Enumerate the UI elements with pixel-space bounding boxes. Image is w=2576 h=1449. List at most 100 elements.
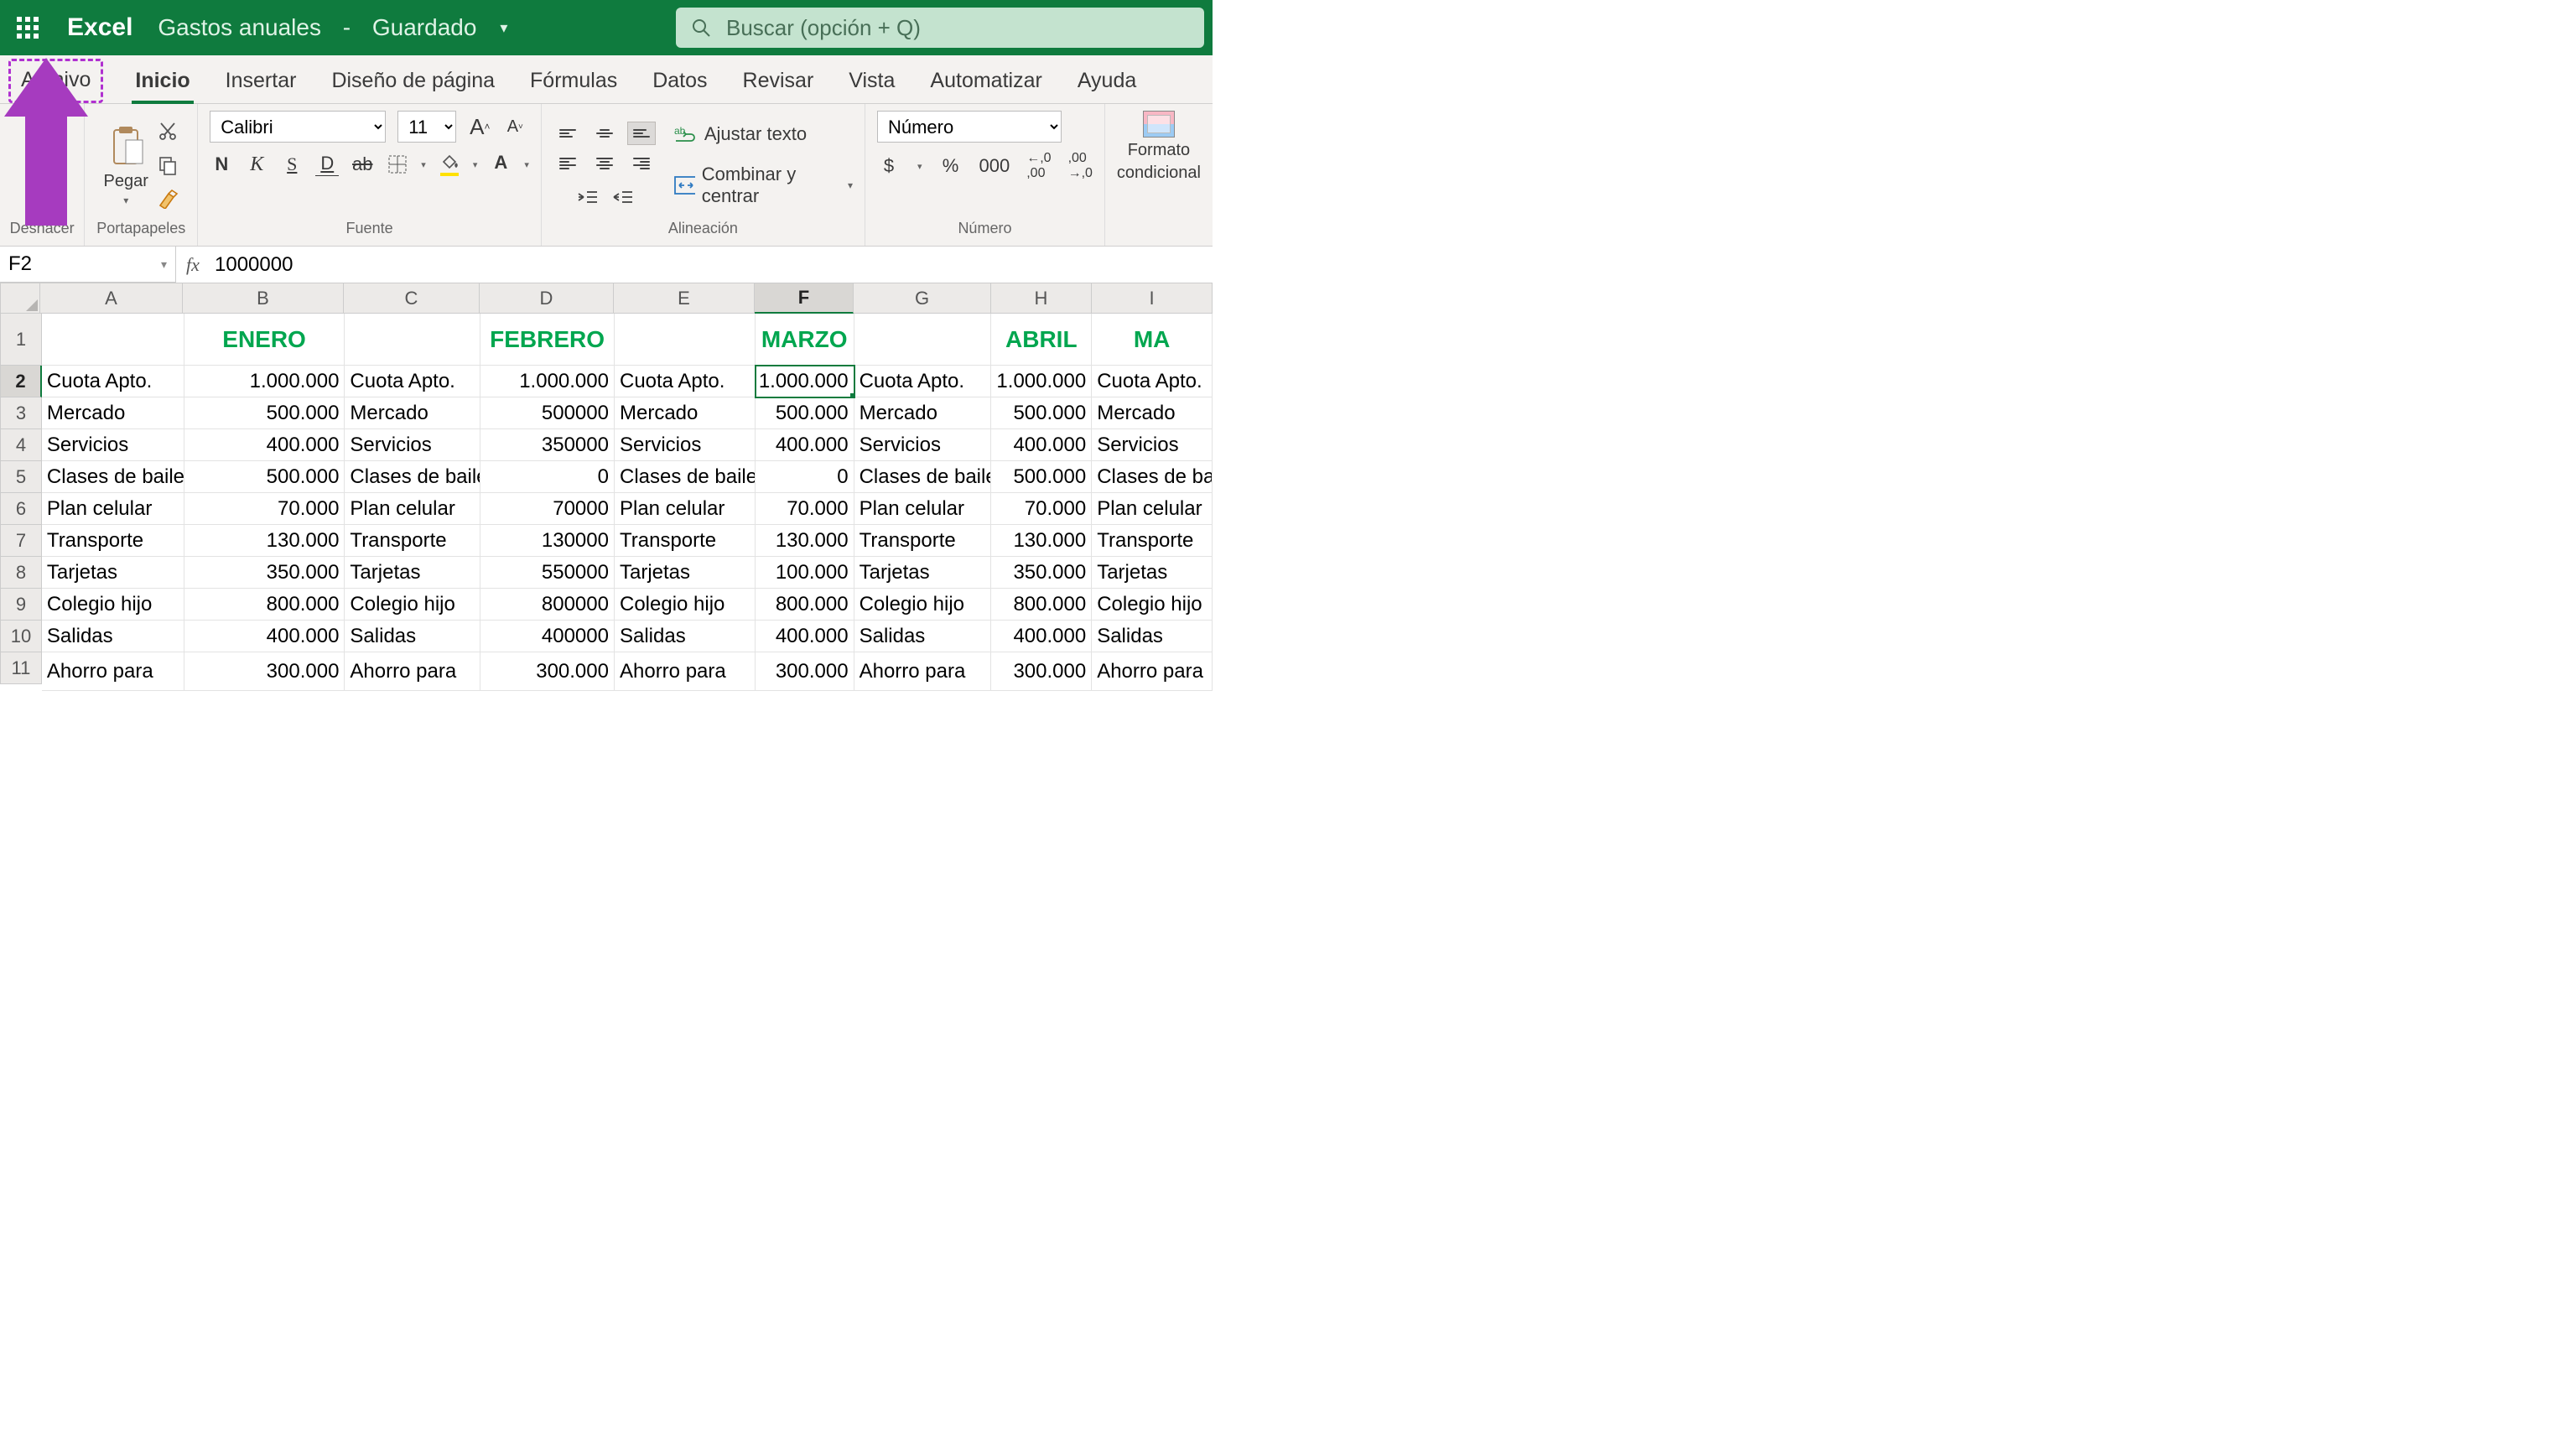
cell-B11[interactable]: 300.000 (184, 652, 345, 691)
cell-B6[interactable]: 70.000 (184, 493, 345, 525)
cell-B2[interactable]: 1.000.000 (184, 366, 345, 397)
cell-A4[interactable]: Servicios (42, 429, 184, 461)
undo-icon[interactable] (25, 111, 59, 144)
paste-button[interactable]: Pegar ▾ (104, 125, 148, 206)
font-size-select[interactable]: 11 (397, 111, 456, 143)
cell-C9[interactable]: Colegio hijo (345, 589, 480, 621)
cell-I7[interactable]: Transporte (1092, 525, 1213, 557)
app-launcher-icon[interactable] (17, 17, 44, 39)
cell-H6[interactable]: 70.000 (991, 493, 1092, 525)
col-header-F[interactable]: F (755, 283, 854, 314)
format-painter-icon[interactable] (157, 188, 179, 210)
chevron-down-icon[interactable]: ▾ (421, 159, 426, 170)
cell-F4[interactable]: 400.000 (756, 429, 854, 461)
cell-B3[interactable]: 500.000 (184, 397, 345, 429)
cell-D7[interactable]: 130000 (480, 525, 615, 557)
cell-F11[interactable]: 300.000 (756, 652, 854, 691)
cell-B5[interactable]: 500.000 (184, 461, 345, 493)
cell-F2[interactable]: 1.000.000 (756, 366, 854, 397)
cell-H10[interactable]: 400.000 (991, 621, 1092, 652)
search-box[interactable]: Buscar (opción + Q) (676, 8, 1204, 48)
col-header-H[interactable]: H (991, 283, 1092, 314)
tab-automatizar[interactable]: Automatizar (927, 60, 1045, 103)
cell-E8[interactable]: Tarjetas (615, 557, 756, 589)
cell-G9[interactable]: Colegio hijo (854, 589, 992, 621)
cut-icon[interactable] (157, 121, 179, 143)
cell-H5[interactable]: 500.000 (991, 461, 1092, 493)
chevron-down-icon[interactable]: ▾ (917, 161, 922, 172)
cell-D6[interactable]: 70000 (480, 493, 615, 525)
cell-C3[interactable]: Mercado (345, 397, 480, 429)
col-header-G[interactable]: G (854, 283, 991, 314)
cell-H4[interactable]: 400.000 (991, 429, 1092, 461)
font-color-button[interactable]: A (489, 153, 512, 176)
cell-G4[interactable]: Servicios (854, 429, 992, 461)
col-header-I[interactable]: I (1092, 283, 1213, 314)
tab-inicio[interactable]: Inicio (132, 60, 193, 103)
cell-C11[interactable]: Ahorro para (345, 652, 480, 691)
cell-G11[interactable]: Ahorro para (854, 652, 992, 691)
currency-button[interactable]: $ (877, 154, 901, 178)
row-header-4[interactable]: 4 (0, 429, 42, 461)
cell-F10[interactable]: 400.000 (756, 621, 854, 652)
cell-B8[interactable]: 350.000 (184, 557, 345, 589)
cell-E1[interactable] (615, 314, 756, 366)
cell-E3[interactable]: Mercado (615, 397, 756, 429)
cell-A1[interactable] (42, 314, 184, 366)
col-header-D[interactable]: D (480, 283, 614, 314)
align-bottom-icon[interactable] (627, 122, 656, 145)
decrease-decimal-button[interactable]: ,00→,0 (1068, 154, 1093, 178)
cell-D1[interactable]: FEBRERO (480, 314, 615, 366)
thousands-button[interactable]: 000 (979, 154, 1010, 178)
row-header-2[interactable]: 2 (0, 366, 42, 397)
conditional-format-button[interactable]: Formato condicional (1117, 111, 1201, 220)
cell-E10[interactable]: Salidas (615, 621, 756, 652)
cell-F7[interactable]: 130.000 (756, 525, 854, 557)
select-all-corner[interactable] (0, 283, 40, 314)
cell-C1[interactable] (345, 314, 480, 366)
cell-G1[interactable] (854, 314, 992, 366)
cell-G2[interactable]: Cuota Apto. (854, 366, 992, 397)
cell-B1[interactable]: ENERO (184, 314, 345, 366)
cell-E9[interactable]: Colegio hijo (615, 589, 756, 621)
cell-C5[interactable]: Clases de baile (345, 461, 480, 493)
cell-F3[interactable]: 500.000 (756, 397, 854, 429)
cell-F8[interactable]: 100.000 (756, 557, 854, 589)
cell-I9[interactable]: Colegio hijo (1092, 589, 1213, 621)
row-header-8[interactable]: 8 (0, 557, 42, 589)
col-header-A[interactable]: A (40, 283, 183, 314)
wrap-text-button[interactable]: ab Ajustar texto (674, 123, 807, 145)
double-underline-button[interactable]: D (315, 153, 339, 176)
cell-H11[interactable]: 300.000 (991, 652, 1092, 691)
cell-D5[interactable]: 0 (480, 461, 615, 493)
increase-indent-icon[interactable] (610, 185, 634, 209)
decrease-font-icon[interactable]: A˅ (503, 115, 527, 138)
cell-B10[interactable]: 400.000 (184, 621, 345, 652)
cell-D8[interactable]: 550000 (480, 557, 615, 589)
document-name[interactable]: Gastos anuales (158, 14, 321, 41)
row-header-7[interactable]: 7 (0, 525, 42, 557)
borders-icon[interactable] (386, 153, 409, 176)
tab-revisar[interactable]: Revisar (740, 60, 818, 103)
tab-archivo[interactable]: Archivo (8, 59, 103, 103)
tab-insertar[interactable]: Insertar (222, 60, 300, 103)
tab-datos[interactable]: Datos (649, 60, 710, 103)
doc-dropdown-icon[interactable]: ▾ (500, 19, 507, 37)
cell-B4[interactable]: 400.000 (184, 429, 345, 461)
cell-A5[interactable]: Clases de baile (42, 461, 184, 493)
cell-G3[interactable]: Mercado (854, 397, 992, 429)
font-name-select[interactable]: Calibri (210, 111, 386, 143)
cell-E2[interactable]: Cuota Apto. (615, 366, 756, 397)
redo-icon[interactable] (25, 148, 59, 181)
row-header-1[interactable]: 1 (0, 314, 42, 366)
col-header-E[interactable]: E (614, 283, 755, 314)
cell-H9[interactable]: 800.000 (991, 589, 1092, 621)
cell-I1[interactable]: MA (1092, 314, 1213, 366)
cell-H7[interactable]: 130.000 (991, 525, 1092, 557)
chevron-down-icon[interactable]: ▾ (473, 159, 478, 170)
cell-A6[interactable]: Plan celular (42, 493, 184, 525)
merge-center-button[interactable]: Combinar y centrar ▾ (674, 164, 853, 207)
cell-C7[interactable]: Transporte (345, 525, 480, 557)
cell-D11[interactable]: 300.000 (480, 652, 615, 691)
cell-G5[interactable]: Clases de baile (854, 461, 992, 493)
